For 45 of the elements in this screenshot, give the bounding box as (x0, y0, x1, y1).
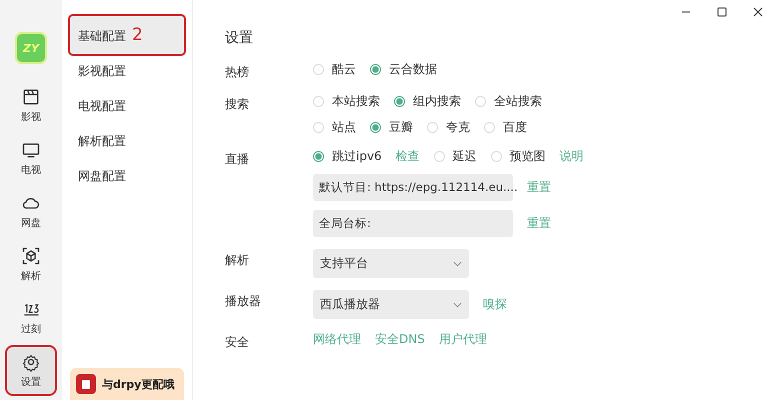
setting-label: 播放器 (225, 293, 262, 310)
submenu-item[interactable]: 电视配置 (70, 89, 184, 124)
annotation-number: 2 (132, 25, 143, 45)
maximize-icon[interactable] (717, 7, 727, 17)
radio-option[interactable]: 跳过ipv6 (313, 148, 382, 165)
close-icon[interactable] (753, 7, 763, 17)
nav-item[interactable]: 过刻 (7, 294, 55, 341)
cube-icon (21, 246, 41, 266)
radio-option[interactable]: 全站搜索 (475, 93, 542, 110)
promo-banner[interactable]: 与drpy更配哦 (70, 368, 184, 400)
dropdown[interactable]: 支持平台 (313, 249, 469, 278)
radio-option[interactable]: 豆瓣 (370, 119, 413, 136)
radio-option[interactable]: 酷云 (313, 61, 356, 78)
page-title: 设置 (225, 29, 254, 47)
nav-item[interactable]: 影视 (7, 82, 55, 129)
radio-option[interactable]: 百度 (484, 119, 527, 136)
setting-label: 热榜 (225, 64, 250, 81)
setting-label: 解析 (225, 252, 250, 269)
submenu-item[interactable]: 影视配置 (70, 54, 184, 89)
nav-item[interactable]: 解析 (7, 241, 55, 288)
setting-label: 搜索 (225, 96, 250, 113)
radio-option[interactable]: 夸克 (427, 119, 470, 136)
submenu-item[interactable]: 基础配置 2 (70, 16, 184, 54)
input-field[interactable]: 全局台标: (313, 210, 513, 237)
nav-item[interactable]: 设置 (7, 347, 55, 394)
radio-option[interactable]: 延迟 (434, 148, 477, 165)
submenu-item[interactable]: 解析配置 (70, 124, 184, 159)
setting-label: 直播 (225, 151, 250, 168)
radio-option[interactable]: 本站搜索 (313, 93, 380, 110)
submenu-item[interactable]: 网盘配置 (70, 159, 184, 194)
settings-icon (21, 352, 41, 372)
setting-label: 安全 (225, 334, 250, 351)
clapperboard-icon (21, 87, 41, 107)
nav-item[interactable]: 网盘 (7, 188, 55, 235)
dropdown[interactable]: 西瓜播放器 (313, 290, 469, 319)
nav-item[interactable]: 电视 (7, 135, 55, 182)
radio-option[interactable]: 预览图 (490, 148, 546, 165)
chevron-down-icon (453, 260, 462, 266)
app-logo: ZY (15, 32, 47, 64)
promo-text: 与drpy更配哦 (102, 376, 174, 392)
radio-option[interactable]: 云合数据 (370, 61, 437, 78)
app-badge-icon (76, 374, 96, 394)
chevron-down-icon (453, 302, 462, 308)
radio-option[interactable]: 组内搜索 (394, 93, 461, 110)
radio-option[interactable]: 站点 (313, 119, 356, 136)
